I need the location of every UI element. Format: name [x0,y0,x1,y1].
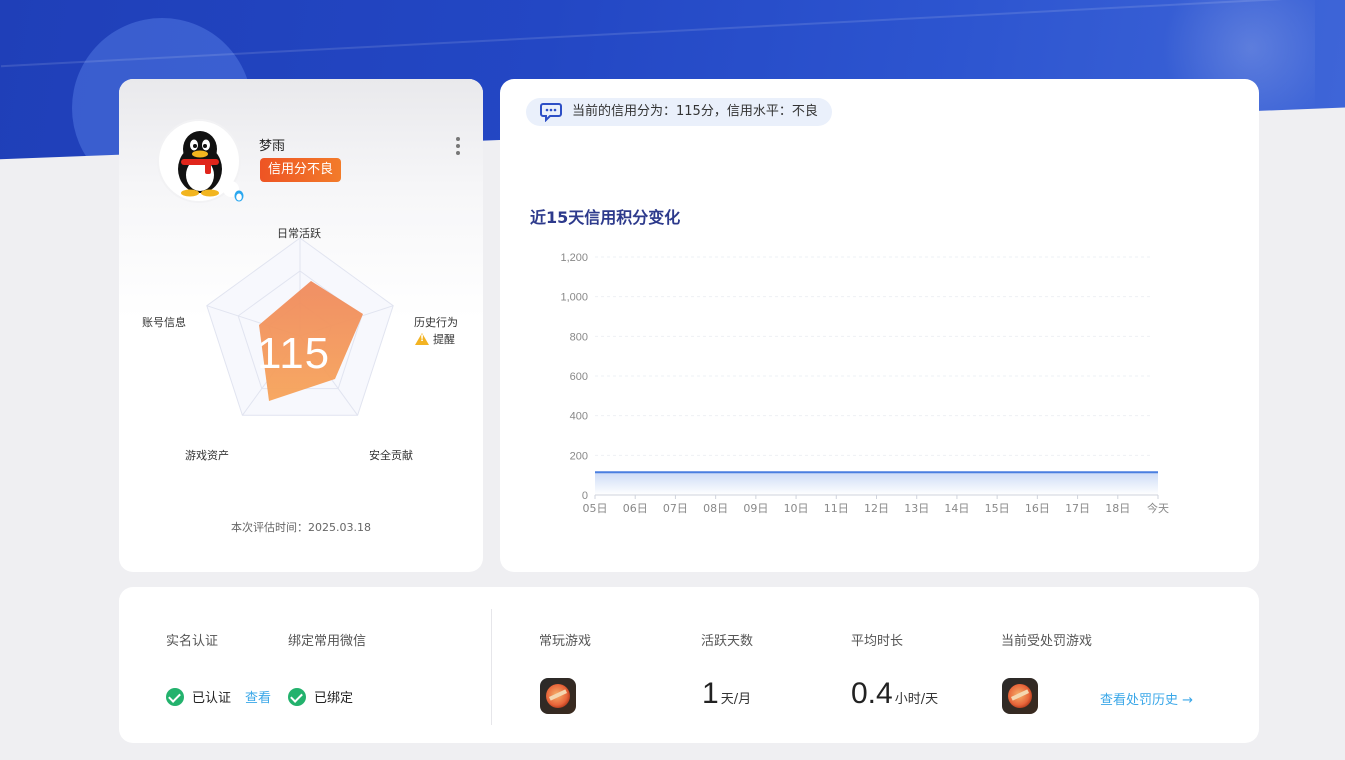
radar-label-game-assets: 游戏资产 [185,449,229,462]
active-days-unit: 天/月 [720,692,752,707]
y-tick-label: 600 [570,371,588,383]
avatar [157,119,244,203]
more-options-icon[interactable] [453,135,463,157]
wechat-status: 已绑定 [288,687,353,706]
history-warning: 提醒 [415,331,455,347]
y-tick-label: 800 [570,331,588,343]
view-real-name-link[interactable]: 查看 [245,687,271,706]
avg-duration-number: 0.4 [851,677,893,710]
message-icon [540,103,562,122]
y-tick-label: 1,200 [560,252,588,264]
y-tick-label: 0 [582,490,588,502]
x-tick-label: 12日 [864,502,889,515]
x-tick-label: 11日 [824,502,849,515]
penalty-game-label: 当前受处罚游戏 [1001,634,1093,649]
x-tick-label: 05日 [583,502,608,515]
x-tick-label: 18日 [1105,502,1130,515]
avg-duration-label: 平均时长 [851,634,904,649]
x-tick-label: 16日 [1025,502,1050,515]
real-name-label: 实名认证 [166,634,219,649]
x-tick-label: 09日 [743,502,768,515]
avg-duration-value: 0.4 小时/天 [851,677,938,711]
x-tick-label: 15日 [985,502,1010,515]
x-tick-label: 07日 [663,502,688,515]
credit-score-value: 115 [257,329,331,378]
real-name-status: 已认证 查看 [166,687,271,706]
radar-label-history: 历史行为 [414,316,458,329]
credit-notice-text: 当前的信用分为：115分，信用水平：不良 [572,104,818,119]
active-days-number: 1 [702,677,719,710]
y-tick-label: 200 [570,450,588,462]
active-days-value: 1 天/月 [702,677,751,711]
qq-badge-icon [223,181,244,202]
warning-icon [415,333,429,345]
check-icon [288,687,306,706]
series-area [595,472,1158,495]
stats-divider [491,609,492,725]
wechat-label: 绑定常用微信 [288,634,367,649]
real-name-value: 已认证 [192,691,232,706]
credit-notice: 当前的信用分为：115分，信用水平：不良 [526,98,832,126]
penalty-game-icon[interactable] [1002,678,1038,714]
account-stats-card: 实名认证 已认证 查看 绑定常用微信 已绑定 常玩游戏 活跃天数 1 天/月 平… [119,587,1259,743]
x-tick-label: 13日 [904,502,929,515]
radar-label-daily-activity: 日常活跃 [277,227,321,240]
credit-trend-card: 当前的信用分为：115分，信用水平：不良 近15天信用积分变化 0 200 400 6… [500,79,1259,572]
x-tick-label: 08日 [703,502,728,515]
warning-label: 提醒 [433,333,455,346]
x-tick-label: 17日 [1065,502,1090,515]
check-icon [166,687,184,706]
x-tick-label: 今天 [1147,501,1169,515]
qq-penguin-icon [178,131,222,197]
x-tick-label: 06日 [623,502,648,515]
active-days-label: 活跃天数 [701,634,754,649]
radar-label-security: 安全贡献 [369,449,413,462]
username: 梦雨 [259,139,286,154]
view-penalty-history-link[interactable]: 查看处罚历史 → [1100,689,1193,708]
avg-duration-unit: 小时/天 [894,692,939,707]
chart-title: 近15天信用积分变化 [530,208,681,227]
radar-label-account-info: 账号信息 [142,316,186,329]
evaluation-time: 本次评估时间：2025.03.18 [231,521,371,534]
x-tick-label: 14日 [944,502,969,515]
frequent-game-label: 常玩游戏 [539,634,592,649]
credit-status-badge: 信用分不良 [260,158,342,182]
wechat-value: 已绑定 [314,691,354,706]
profile-card: 梦雨 信用分不良 115 日常活跃 历史行为 提醒 安全贡献 游戏资产 账号信息… [119,79,483,572]
credit-trend-chart: 0 200 400 600 800 1,000 1,200 05日 06日 07日 08日 09日 10… [560,252,1169,515]
frequent-game-icon[interactable] [540,678,576,714]
x-tick-label: 10日 [784,502,809,515]
y-tick-label: 1,000 [560,292,588,304]
y-tick-label: 400 [570,411,588,423]
